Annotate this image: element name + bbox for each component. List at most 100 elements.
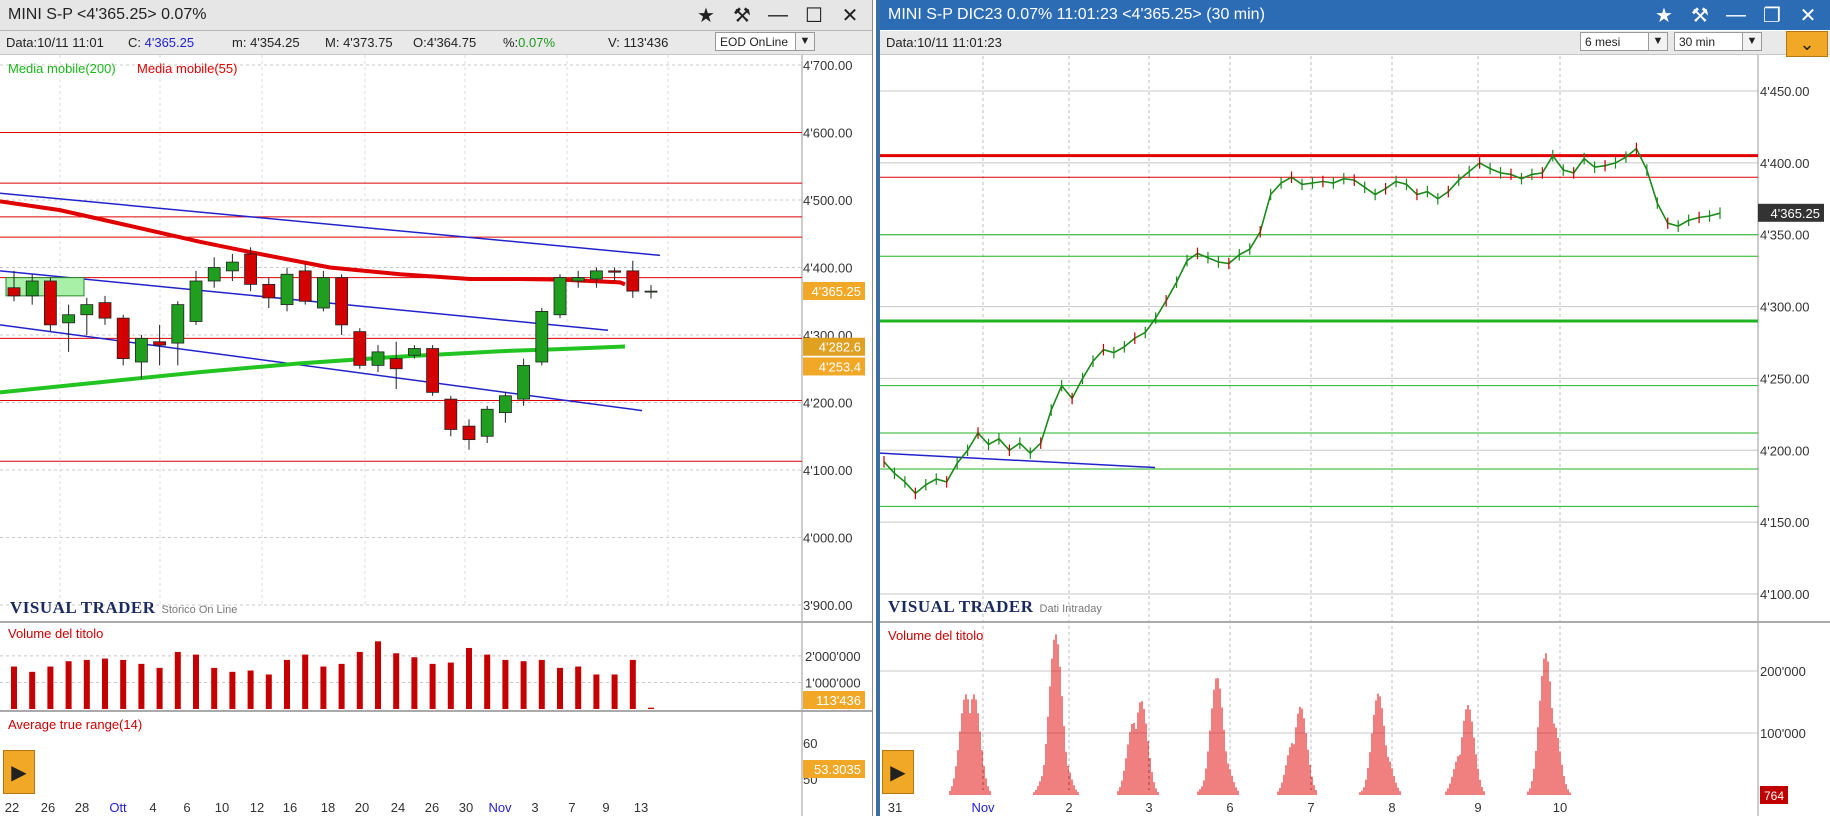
right-chart-canvas: 4'450.00 4'400.00 4'350.00 4'300.00 4'250.00… bbox=[880, 55, 1830, 816]
volume-bar bbox=[393, 653, 400, 709]
volume-bar bbox=[593, 674, 600, 709]
candle-body bbox=[298, 270, 312, 302]
volume-bar bbox=[265, 674, 272, 709]
volume-bar bbox=[120, 659, 127, 709]
candle-body bbox=[590, 270, 603, 280]
time-tick-label: 13 bbox=[634, 800, 648, 815]
volume-bar bbox=[629, 659, 636, 709]
price-tick-label: 4'150.00 bbox=[1760, 515, 1809, 530]
volume-bar bbox=[538, 659, 545, 709]
time-tick-label: 22 bbox=[5, 800, 19, 815]
price-tick-label: 3'900.00 bbox=[803, 598, 852, 613]
right-play-arrow-icon[interactable]: ▶ bbox=[882, 750, 914, 794]
trendline-upper bbox=[0, 192, 661, 257]
time-tick-label: 9 bbox=[602, 800, 609, 815]
brand-sub: Dati Intraday bbox=[1039, 603, 1102, 615]
volume-bar bbox=[338, 663, 345, 709]
candle-body bbox=[225, 261, 239, 272]
volume-bar bbox=[65, 661, 72, 709]
volume-tick-label: 2'000'000 bbox=[805, 649, 861, 664]
time-tick-label: 7 bbox=[1307, 800, 1314, 815]
brand-text: VISUAL TRADER bbox=[888, 597, 1034, 616]
volume-bar bbox=[575, 666, 582, 709]
time-tick-label: 20 bbox=[355, 800, 369, 815]
time-tick-label: 3 bbox=[1145, 800, 1152, 815]
time-tick-label: 31 bbox=[888, 800, 902, 815]
candle-body bbox=[262, 283, 276, 299]
candle-body bbox=[644, 290, 658, 293]
volume-bar bbox=[174, 651, 181, 709]
volume-bar bbox=[211, 667, 218, 709]
left-chart-window: MINI S-P <4'365.25> 0.07% ★ ⚒ — ☐ ✕ Data… bbox=[0, 0, 873, 816]
candle-body bbox=[171, 304, 185, 344]
candle-body bbox=[244, 253, 258, 285]
candle-body bbox=[626, 270, 640, 292]
candle-body bbox=[316, 277, 330, 309]
brand-sub: Storico On Line bbox=[161, 604, 238, 616]
candle-body bbox=[498, 395, 512, 414]
candle-body bbox=[44, 280, 57, 326]
price-tick-label: 4'500.00 bbox=[803, 193, 852, 208]
candle-body bbox=[371, 351, 385, 366]
candle-body bbox=[98, 302, 112, 319]
time-tick-label: 26 bbox=[425, 800, 439, 815]
candle-body bbox=[280, 273, 294, 306]
time-tick-label: 2 bbox=[1065, 800, 1072, 815]
price-tick-label: 4'300.00 bbox=[1760, 300, 1809, 315]
candle-body bbox=[353, 331, 367, 366]
volume-bar bbox=[429, 663, 436, 709]
ma200-price-tag: 4'253.4 bbox=[819, 359, 861, 374]
right-volume-title: Volume del titolo bbox=[888, 628, 984, 643]
brand-text: VISUAL TRADER bbox=[10, 598, 156, 617]
volume-tick-label: 1'000'000 bbox=[805, 675, 861, 690]
last-price-tag: 4'365.25 bbox=[812, 284, 861, 299]
candle-body bbox=[462, 425, 476, 441]
candle-body bbox=[62, 314, 75, 324]
time-tick-label: 24 bbox=[391, 800, 405, 815]
price-tick-label: 4'400.00 bbox=[1760, 156, 1809, 171]
left-play-arrow-icon[interactable]: ▶ bbox=[3, 750, 35, 794]
candle-body bbox=[335, 277, 349, 326]
candle-body bbox=[116, 317, 130, 360]
candle-body bbox=[426, 348, 440, 393]
volume-bar bbox=[520, 661, 527, 709]
volume-bar bbox=[138, 663, 145, 709]
price-tick-label: 4'400.00 bbox=[803, 261, 852, 276]
candle-body bbox=[571, 277, 585, 282]
candle-body bbox=[444, 398, 458, 430]
price-tick-label: 4'100.00 bbox=[1760, 587, 1809, 602]
volume-bar bbox=[356, 651, 363, 709]
price-tick-label: 4'450.00 bbox=[1760, 84, 1809, 99]
visual-trader-logo: VISUAL TRADER Dati Intraday bbox=[888, 597, 1102, 617]
atr-title: Average true range(14) bbox=[8, 717, 143, 732]
time-tick-label: 16 bbox=[283, 800, 297, 815]
last-price-tag: 4'365.25 bbox=[1771, 206, 1820, 221]
volume-bar bbox=[302, 654, 309, 709]
price-tick-label: 4'600.00 bbox=[803, 126, 852, 141]
candle-body bbox=[189, 280, 203, 322]
price-tick-label: 4'100.00 bbox=[803, 463, 852, 478]
candle-body bbox=[153, 341, 167, 346]
volume-bar bbox=[47, 666, 54, 709]
time-tick-label: 8 bbox=[1388, 800, 1395, 815]
price-tick-label: 4'000.00 bbox=[803, 531, 852, 546]
volume-bar bbox=[284, 659, 290, 709]
visual-trader-logo: VISUAL TRADER Storico On Line bbox=[10, 598, 237, 618]
volume-bar bbox=[484, 654, 491, 709]
left-volume-title: Volume del titolo bbox=[8, 626, 104, 641]
time-tick-label: 3 bbox=[531, 800, 538, 815]
volume-tick-label: 200'000 bbox=[1760, 664, 1806, 679]
candle-body bbox=[25, 280, 39, 297]
ma200-line bbox=[0, 344, 626, 395]
atr-tag: 53.3035 bbox=[814, 762, 861, 777]
volume-bar bbox=[557, 667, 563, 709]
volume-bar bbox=[375, 641, 381, 709]
time-tick-label: Nov bbox=[971, 800, 995, 815]
candle-body bbox=[389, 358, 403, 370]
price-tick-label: 4'200.00 bbox=[1760, 443, 1809, 458]
left-chart-canvas: 4'700.004'600.004'500.004'400.004'300.00… bbox=[0, 55, 872, 816]
volume-bar bbox=[648, 707, 654, 709]
candle-body bbox=[407, 348, 421, 356]
volume-tag: 113'436 bbox=[816, 693, 861, 708]
ma55-legend: Media mobile(55) bbox=[137, 61, 238, 76]
